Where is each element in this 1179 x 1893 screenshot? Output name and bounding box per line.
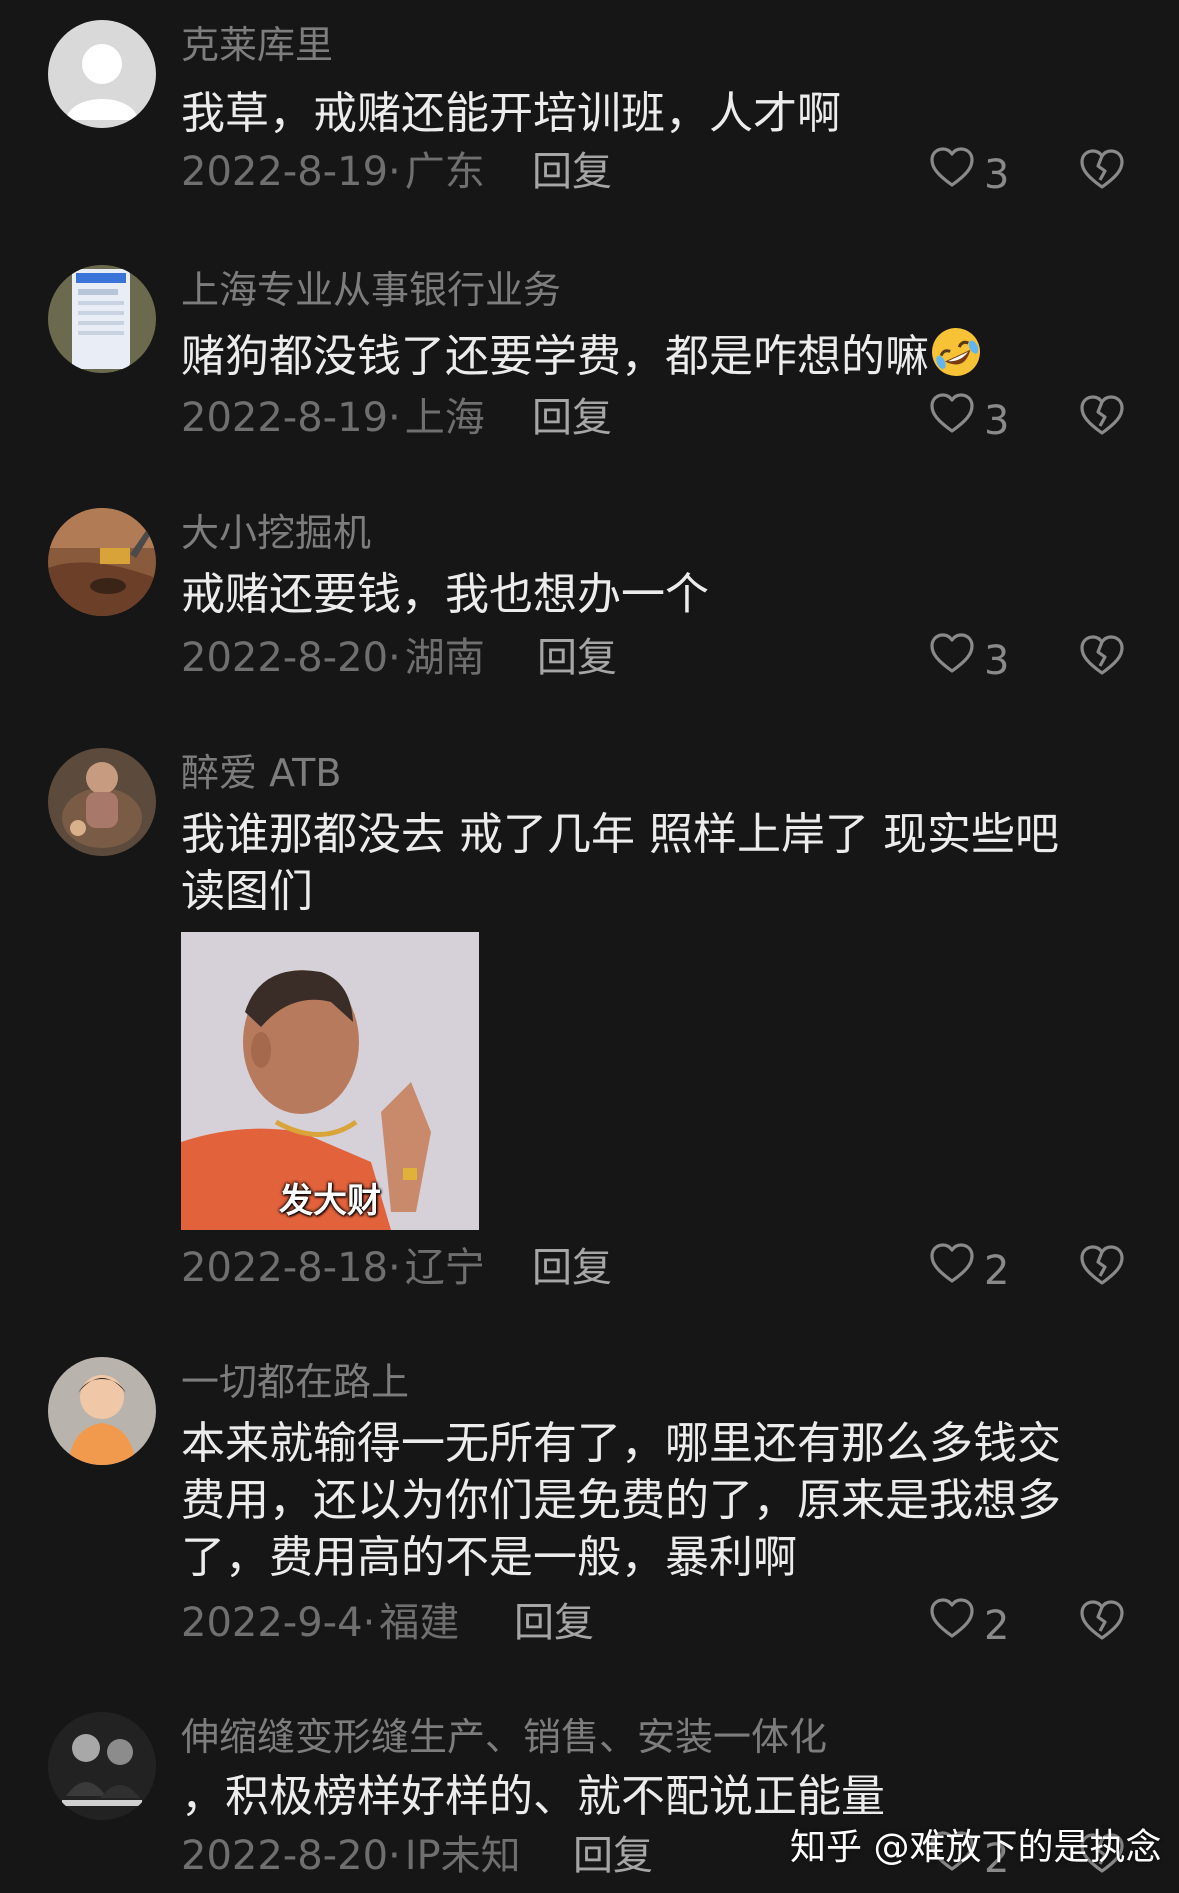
comment-meta: 2022-8-19· 上海 [181,392,485,444]
avatar[interactable] [48,20,156,128]
default-avatar-icon [48,20,156,128]
avatar[interactable] [48,508,156,616]
like-button[interactable]: 2 [928,1240,1009,1301]
phone-screenshot-avatar-icon [48,265,156,373]
comment-meta: 2022-8-20· 湖南 [181,632,485,684]
comment-text: 我草，戒赌还能开培训班，人才啊 [181,88,841,139]
broken-heart-icon [1078,395,1126,444]
dislike-button[interactable] [1078,1597,1126,1649]
broken-heart-icon [1078,635,1126,684]
comment-username[interactable]: 伸缩缝变形缝生产、销售、安装一体化 [181,1712,827,1762]
dislike-button[interactable] [1078,632,1126,684]
comment-text: 我谁那都没去 戒了几年 照样上岸了 现实些吧 读图们 [181,809,1059,917]
comment-username[interactable]: 醉爱 ATB [181,748,341,798]
like-button[interactable]: 2 [928,1595,1009,1656]
zhihu-watermark: 知乎 @难放下的是执念 [790,1827,1162,1868]
comment-text: 本来就输得一无所有了，哪里还有那么多钱交费用，还以为你们是免费的了，原来是我想多… [181,1418,1061,1583]
avatar[interactable] [48,265,156,373]
group-photo-avatar-icon [48,1712,156,1820]
comment-date: 2022-8-20 [181,635,389,681]
comment-meta: 2022-8-19· 广东 [181,146,485,198]
dislike-button[interactable] [1078,146,1126,198]
comment-date: 2022-9-4 [181,1600,363,1646]
figurine-photo-avatar-icon [48,748,156,856]
meta-separator: · [388,1245,401,1291]
comment-location: 上海 [404,395,485,441]
meta-separator: · [388,1833,401,1879]
avatar[interactable] [48,1357,156,1465]
heart-outline-icon [928,1595,976,1656]
heart-outline-icon [928,144,976,205]
reply-button[interactable]: 回复 [537,632,617,684]
comment-location: IP未知 [404,1833,521,1879]
like-count: 3 [984,151,1010,198]
child-photo-avatar-icon [48,1357,156,1465]
avatar[interactable] [48,748,156,856]
meta-separator: · [388,149,401,195]
avatar[interactable] [48,1712,156,1820]
broken-heart-icon [1078,1245,1126,1294]
comment-meta: 2022-8-18· 辽宁 [181,1242,485,1294]
reply-button[interactable]: 回复 [532,1242,612,1294]
like-count: 3 [984,397,1010,444]
sticker-image[interactable]: 发大财 [181,932,479,1230]
rolling-on-floor-laughing-emoji [929,325,983,379]
like-button[interactable]: 3 [928,144,1009,205]
heart-outline-icon [928,390,976,451]
dislike-button[interactable] [1078,392,1126,444]
like-count: 2 [984,1247,1010,1294]
comment-username[interactable]: 大小挖掘机 [181,508,371,558]
comment-date: 2022-8-20 [181,1833,389,1879]
comment-meta: 2022-9-4· 福建 [181,1597,459,1649]
broken-heart-icon [1078,149,1126,198]
broken-heart-icon [1078,1600,1126,1649]
like-button[interactable]: 3 [928,630,1009,691]
heart-outline-icon [928,1240,976,1301]
comment-date: 2022-8-19 [181,149,389,195]
comment-meta: 2022-8-20· IP未知 [181,1830,521,1882]
comment-location: 辽宁 [404,1245,485,1291]
excavator-photo-avatar-icon [48,508,156,616]
meta-separator: · [388,395,401,441]
comment-username[interactable]: 克莱库里 [181,20,333,70]
dislike-button[interactable] [1078,1242,1126,1294]
heart-outline-icon [928,630,976,691]
meta-separator: · [362,1600,376,1646]
like-count: 3 [984,637,1010,684]
comment-date: 2022-8-19 [181,395,389,441]
comment-location: 湖南 [404,635,485,681]
comment-text: 赌狗都没钱了还要学费，都是咋想的嘛 [181,325,1111,386]
reply-button[interactable]: 回复 [573,1830,653,1882]
reply-button[interactable]: 回复 [532,392,612,444]
comment-text: 戒赌还要钱，我也想办一个 [181,569,709,620]
sticker-caption: 发大财 [279,1181,381,1221]
reply-button[interactable]: 回复 [532,146,612,198]
like-button[interactable]: 3 [928,390,1009,451]
reply-button[interactable]: 回复 [514,1597,594,1649]
meta-separator: · [388,635,401,681]
like-count: 2 [984,1602,1010,1649]
comment-date: 2022-8-18 [181,1245,389,1291]
comment-location: 福建 [379,1600,460,1646]
comment-username[interactable]: 一切都在路上 [181,1357,409,1407]
comment-text-body: 赌狗都没钱了还要学费，都是咋想的嘛 [181,331,929,382]
comment-location: 广东 [404,149,485,195]
comment-username[interactable]: 上海专业从事银行业务 [181,265,561,315]
